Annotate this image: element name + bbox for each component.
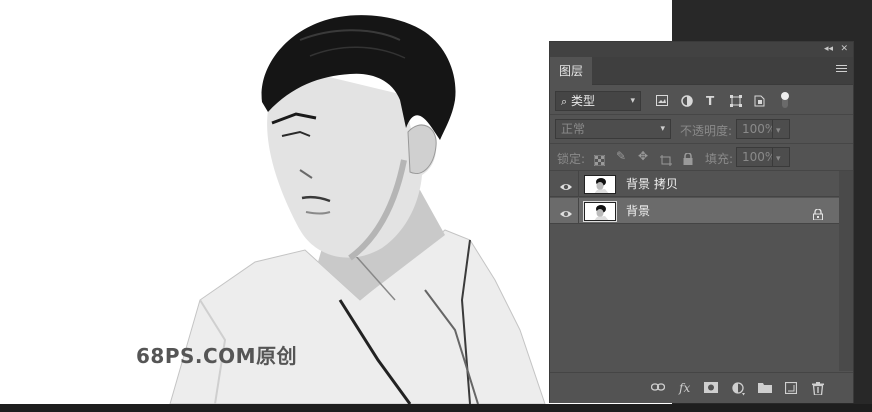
layer-thumbnail (583, 201, 617, 222)
panel-menu-icon[interactable] (836, 65, 847, 75)
smart-object-filter-icon[interactable] (754, 95, 765, 109)
mask-icon[interactable] (704, 382, 718, 395)
group-folder-icon[interactable] (758, 382, 772, 395)
new-layer-icon[interactable] (784, 381, 798, 396)
divider (550, 114, 853, 115)
opacity-label: 不透明度: (680, 124, 733, 138)
layer-row[interactable]: 背景 拷贝 (550, 171, 839, 197)
fill-slider-button[interactable]: ▾ (772, 147, 790, 167)
opacity-slider-button[interactable]: ▾ (772, 119, 790, 139)
layer-filter-row: ⌕ 类型 ▾ T (550, 87, 853, 113)
fx-icon[interactable]: fx (679, 382, 690, 394)
filter-kind-label: 类型 (571, 94, 596, 108)
filter-kind-select[interactable]: ⌕ 类型 ▾ (555, 91, 641, 111)
tab-layers[interactable]: 图层 (550, 57, 592, 85)
divider (578, 171, 579, 197)
trash-icon[interactable] (812, 382, 824, 397)
lock-icon (813, 205, 823, 221)
lock-all-icon[interactable] (683, 150, 693, 169)
blend-mode-value: 正常 (561, 122, 586, 136)
image-filter-icon[interactable] (656, 95, 668, 108)
chevron-down-icon: ▾ (630, 96, 635, 106)
close-panel-icon[interactable]: ✕ (840, 43, 848, 55)
panel-tab-bar: 图层 (550, 57, 853, 85)
lock-row: 锁定: ✎ ✥ 填充: 100% ▾ (550, 144, 853, 170)
blend-mode-select[interactable]: 正常 ▾ (555, 119, 671, 139)
chevron-down-icon: ▾ (660, 124, 665, 134)
lock-position-icon[interactable]: ✥ (638, 149, 648, 163)
eye-icon[interactable] (560, 205, 572, 217)
shape-filter-icon[interactable] (730, 95, 742, 109)
filter-toggle-icon[interactable] (780, 91, 790, 111)
layer-row[interactable]: 背景 (550, 198, 839, 224)
status-strip (0, 404, 872, 412)
panel-title-bar[interactable]: ◂◂ ✕ (550, 42, 853, 57)
search-icon: ⌕ (561, 95, 568, 108)
blend-row: 正常 ▾ 不透明度: 100% ▾ (550, 116, 853, 142)
link-icon[interactable] (650, 382, 666, 394)
layer-name: 背景 (626, 204, 651, 218)
layers-panel: ◂◂ ✕ 图层 ⌕ 类型 ▾ T 正常 ▾ 不透明度: 100% ▾ 锁定: ✎… (549, 41, 854, 403)
watermark-text: 68PS.COM原创 (136, 344, 298, 368)
divider (578, 198, 579, 224)
lock-transparent-icon[interactable] (593, 151, 606, 170)
fill-label: 填充: (705, 152, 734, 166)
lock-label: 锁定: (557, 152, 586, 166)
eye-icon[interactable] (560, 178, 572, 190)
type-filter-icon[interactable]: T (706, 95, 714, 107)
layer-list: 背景 拷贝 背景 (550, 171, 839, 371)
lock-artboard-icon[interactable] (660, 151, 672, 170)
adjustment-layer-icon[interactable] (732, 382, 746, 398)
adjustment-filter-icon[interactable] (681, 95, 693, 109)
layer-list-scrollbar[interactable] (839, 171, 853, 371)
collapse-panel-icon[interactable]: ◂◂ (824, 43, 833, 55)
lock-pixels-icon[interactable]: ✎ (616, 149, 626, 163)
chevron-down-icon: ▾ (776, 154, 781, 164)
layers-bottom-toolbar: fx (550, 372, 853, 403)
chevron-down-icon: ▾ (776, 126, 781, 136)
layer-name: 背景 拷贝 (626, 177, 678, 191)
layer-thumbnail (584, 175, 616, 194)
